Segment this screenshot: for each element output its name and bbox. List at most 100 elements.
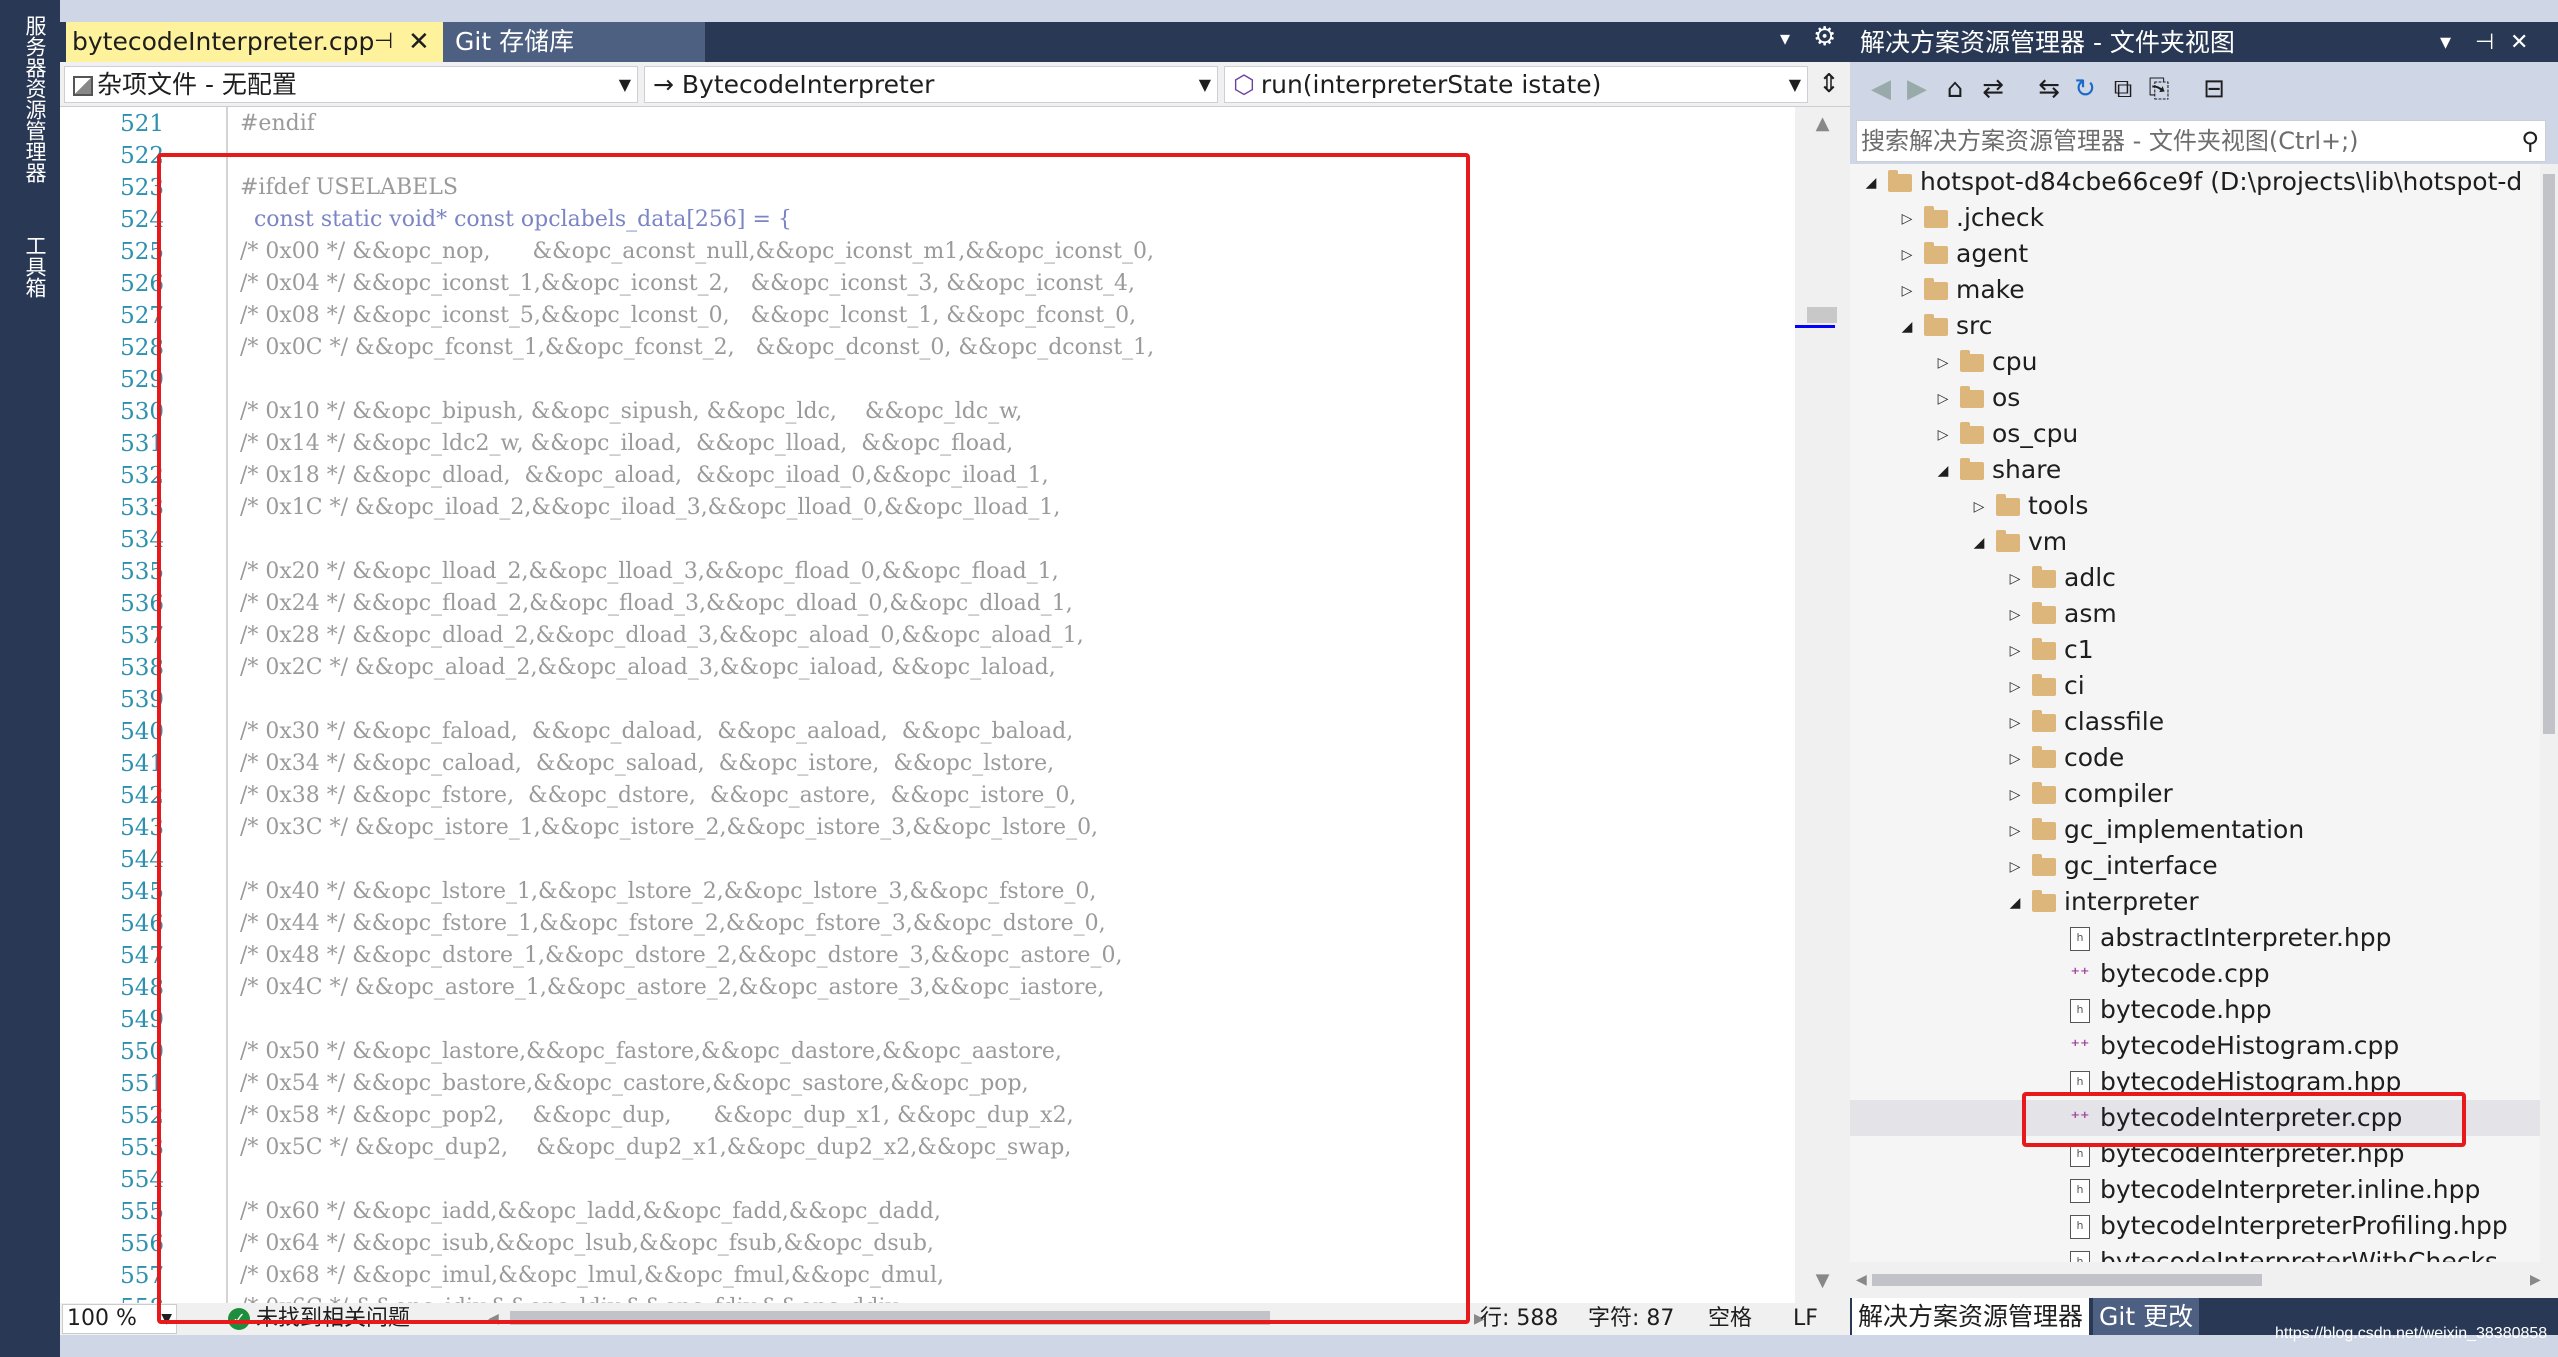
tree-folder[interactable]: ▷ make — [1850, 272, 2540, 308]
whitespace-mode-indicator[interactable]: 空格 — [1708, 1303, 1752, 1335]
search-icon[interactable]: ⚲ — [2521, 121, 2539, 161]
home-icon[interactable]: ⌂ — [1936, 70, 1974, 108]
tree-folder[interactable]: ◢ vm — [1850, 524, 2540, 560]
issues-indicator[interactable]: ✓ 未找到相关问题 — [228, 1303, 410, 1335]
code-line[interactable]: /* 0x6C */ &&opc_idiv,&&opc_ldiv,&&opc_f… — [240, 1292, 902, 1303]
sync-icon[interactable]: ⇆ — [2030, 70, 2068, 108]
collapsed-chevron-icon[interactable]: ▷ — [2004, 633, 2026, 669]
code-line[interactable]: /* 0x48 */ &&opc_dstore_1,&&opc_dstore_2… — [240, 940, 1122, 972]
tree-file[interactable]: ⁺⁺ bytecodeInterpreter.cpp — [1850, 1100, 2540, 1136]
tree-folder[interactable]: ◢ share — [1850, 452, 2540, 488]
collapsed-chevron-icon[interactable]: ▷ — [1896, 237, 1918, 273]
collapsed-chevron-icon[interactable]: ▷ — [1896, 273, 1918, 309]
code-line[interactable]: /* 0x34 */ &&opc_caload, &&opc_saload, &… — [240, 748, 1054, 780]
code-line[interactable]: /* 0x04 */ &&opc_iconst_1,&&opc_iconst_2… — [240, 268, 1135, 300]
code-line[interactable]: /* 0x20 */ &&opc_lload_2,&&opc_lload_3,&… — [240, 556, 1059, 588]
forward-icon[interactable]: ▶ — [1898, 70, 1936, 108]
code-line[interactable]: /* 0x30 */ &&opc_faload, &&opc_daload, &… — [240, 716, 1073, 748]
server-explorer-tab[interactable]: 服务器资源管理器 — [12, 15, 48, 183]
tree-folder[interactable]: ▷ compiler — [1850, 776, 2540, 812]
code-line[interactable]: /* 0x3C */ &&opc_istore_1,&&opc_istore_2… — [240, 812, 1098, 844]
dropdown-icon[interactable]: ▾ — [2440, 22, 2451, 64]
tree-folder[interactable]: ▷ c1 — [1850, 632, 2540, 668]
expanded-chevron-icon[interactable]: ◢ — [1968, 525, 1990, 561]
show-all-files-icon[interactable]: ⎘ — [2140, 70, 2178, 108]
code-line[interactable]: /* 0x5C */ &&opc_dup2, &&opc_dup2_x1,&&o… — [240, 1132, 1071, 1164]
tree-folder[interactable]: ▷ cpu — [1850, 344, 2540, 380]
toolbox-tab[interactable]: 工具箱 — [12, 235, 48, 298]
tab-list-dropdown-icon[interactable]: ▾ — [1780, 26, 1790, 50]
collapsed-chevron-icon[interactable]: ▷ — [1932, 417, 1954, 453]
code-line[interactable]: /* 0x18 */ &&opc_dload, &&opc_aload, &&o… — [240, 460, 1049, 492]
tree-folder[interactable]: ▷ gc_implementation — [1850, 812, 2540, 848]
scrollbar-thumb[interactable] — [510, 1311, 1270, 1325]
line-ending-indicator[interactable]: LF — [1793, 1303, 1818, 1335]
code-line[interactable]: /* 0x54 */ &&opc_bastore,&&opc_castore,&… — [240, 1068, 1029, 1100]
code-line[interactable]: /* 0x10 */ &&opc_bipush, &&opc_sipush, &… — [240, 396, 1022, 428]
scrollbar-thumb[interactable] — [2543, 174, 2555, 734]
tree-file[interactable]: h bytecodeHistogram.hpp — [1850, 1064, 2540, 1100]
code-line[interactable]: /* 0x68 */ &&opc_imul,&&opc_lmul,&&opc_f… — [240, 1260, 944, 1292]
tab-git-changes[interactable]: Git 更改 — [2093, 1298, 2200, 1335]
expanded-chevron-icon[interactable]: ◢ — [2004, 885, 2026, 921]
scroll-left-icon[interactable]: ◀ — [488, 1303, 499, 1335]
collapsed-chevron-icon[interactable]: ▷ — [1968, 489, 1990, 525]
code-line[interactable]: /* 0x40 */ &&opc_lstore_1,&&opc_lstore_2… — [240, 876, 1096, 908]
tree-file[interactable]: h bytecode.hpp — [1850, 992, 2540, 1028]
expanded-chevron-icon[interactable]: ◢ — [1860, 165, 1882, 201]
tree-folder[interactable]: ▷ os_cpu — [1850, 416, 2540, 452]
tree-folder[interactable]: ▷ ci — [1850, 668, 2540, 704]
code-line[interactable]: /* 0x08 */ &&opc_iconst_5,&&opc_lconst_0… — [240, 300, 1136, 332]
code-line[interactable]: /* 0x1C */ &&opc_iload_2,&&opc_iload_3,&… — [240, 492, 1060, 524]
line-indicator[interactable]: 行: 588 — [1480, 1303, 1558, 1335]
pin-icon[interactable]: ⊣ — [2475, 22, 2494, 64]
code-line[interactable]: /* 0x28 */ &&opc_dload_2,&&opc_dload_3,&… — [240, 620, 1084, 652]
scroll-up-icon[interactable]: ▲ — [1795, 113, 1850, 134]
scope-dropdown[interactable]: → BytecodeInterpreter ▼ — [644, 66, 1218, 103]
code-line[interactable]: /* 0x00 */ &&opc_nop, &&opc_aconst_null,… — [240, 236, 1154, 268]
scrollbar-thumb[interactable] — [1872, 1274, 2262, 1286]
split-window-icon[interactable]: ⇕ — [1812, 66, 1846, 103]
collapsed-chevron-icon[interactable]: ▷ — [2004, 561, 2026, 597]
gear-icon[interactable]: ⚙ — [1813, 22, 1836, 52]
tree-folder[interactable]: ▷ .jcheck — [1850, 200, 2540, 236]
scroll-left-icon[interactable]: ◀ — [1856, 1262, 1867, 1298]
collapsed-chevron-icon[interactable]: ▷ — [2004, 849, 2026, 885]
tree-folder[interactable]: ▷ agent — [1850, 236, 2540, 272]
editor-vertical-scrollbar[interactable]: ▲ ▼ — [1795, 107, 1850, 1303]
tree-file[interactable]: h bytecodeInterpreter.inline.hpp — [1850, 1172, 2540, 1208]
collapsed-chevron-icon[interactable]: ▷ — [2004, 705, 2026, 741]
collapsed-chevron-icon[interactable]: ▷ — [2004, 813, 2026, 849]
editor-horizontal-scrollbar[interactable] — [510, 1311, 1480, 1325]
tab-git-repository[interactable]: Git 存储库 — [443, 22, 705, 62]
column-indicator[interactable]: 字符: 87 — [1588, 1303, 1674, 1335]
code-line[interactable]: /* 0x38 */ &&opc_fstore, &&opc_dstore, &… — [240, 780, 1076, 812]
close-icon[interactable]: ✕ — [408, 22, 430, 62]
project-dropdown[interactable]: 杂项文件 - 无配置 ▼ — [64, 66, 638, 103]
collapse-all-icon[interactable]: ⧉ — [2104, 70, 2142, 108]
code-line[interactable]: /* 0x14 */ &&opc_ldc2_w, &&opc_iload, &&… — [240, 428, 1013, 460]
collapsed-chevron-icon[interactable]: ▷ — [1932, 345, 1954, 381]
tree-folder[interactable]: ▷ code — [1850, 740, 2540, 776]
code-line[interactable]: /* 0x2C */ &&opc_aload_2,&&opc_aload_3,&… — [240, 652, 1056, 684]
tree-file[interactable]: ⁺⁺ bytecodeHistogram.cpp — [1850, 1028, 2540, 1064]
code-line[interactable]: /* 0x0C */ &&opc_fconst_1,&&opc_fconst_2… — [240, 332, 1154, 364]
scroll-right-icon[interactable]: ▶ — [2530, 1262, 2541, 1298]
tree-file[interactable]: ⁺⁺ bytecode.cpp — [1850, 956, 2540, 992]
collapsed-chevron-icon[interactable]: ▷ — [1896, 201, 1918, 237]
code-editor[interactable]: 521 522 523 524 525 526 527 528 529 530 531 532 533 5… — [60, 107, 1850, 1303]
tree-file[interactable]: h bytecodeInterpreter.hpp — [1850, 1136, 2540, 1172]
tree-folder[interactable]: ◢ src — [1850, 308, 2540, 344]
close-icon[interactable]: ✕ — [2510, 22, 2528, 64]
member-dropdown[interactable]: ⬡ run(interpreterState istate) ▼ — [1224, 66, 1808, 103]
properties-icon[interactable]: ⊟ — [2195, 70, 2233, 108]
tree-folder[interactable]: ▷ tools — [1850, 488, 2540, 524]
scroll-down-icon[interactable]: ▼ — [1795, 1270, 1850, 1291]
collapsed-chevron-icon[interactable]: ▷ — [2004, 741, 2026, 777]
collapsed-chevron-icon[interactable]: ▷ — [1932, 381, 1954, 417]
code-line[interactable]: /* 0x44 */ &&opc_fstore_1,&&opc_fstore_2… — [240, 908, 1106, 940]
tree-folder[interactable]: ▷ classfile — [1850, 704, 2540, 740]
code-line[interactable]: const static void* const opclabels_data[… — [240, 204, 792, 236]
tree-folder[interactable]: ▷ asm — [1850, 596, 2540, 632]
tree-folder[interactable]: ▷ os — [1850, 380, 2540, 416]
